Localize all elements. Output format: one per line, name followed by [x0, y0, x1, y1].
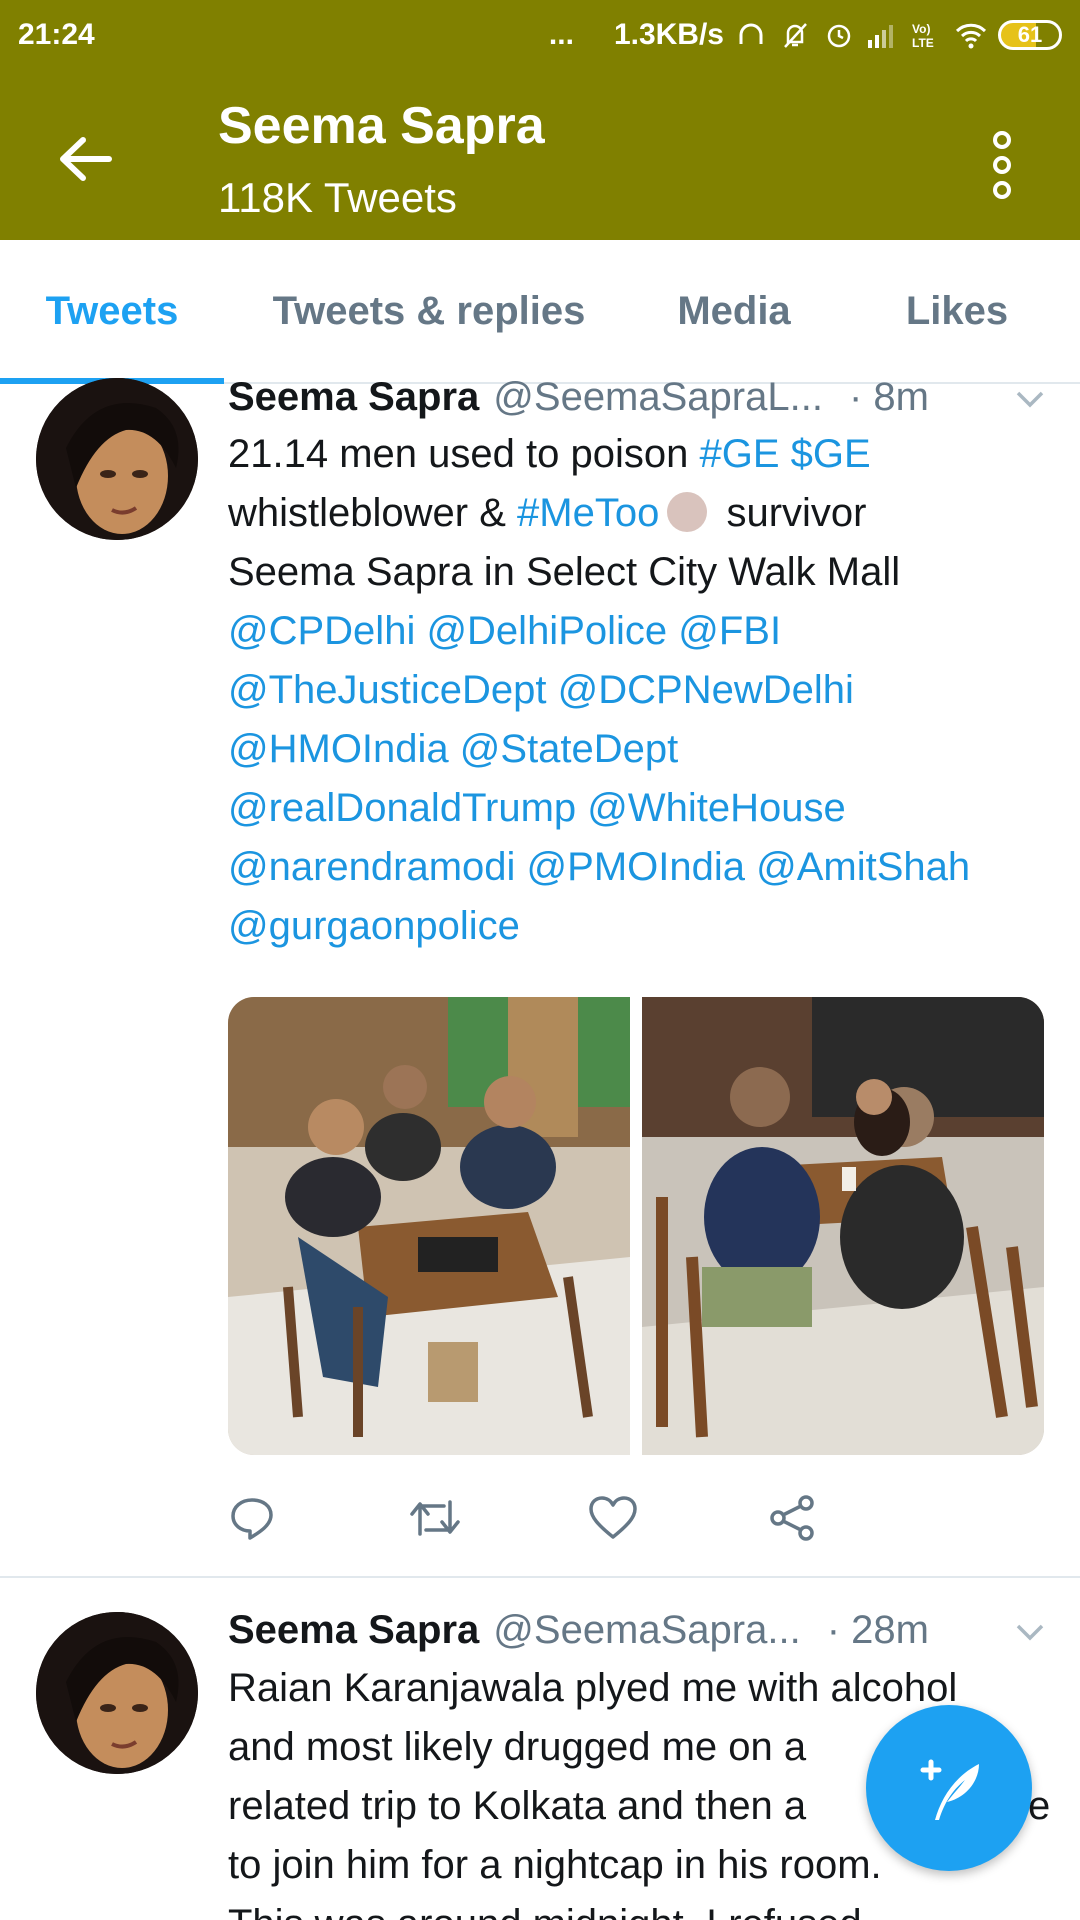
tweet-time: · 28m: [826, 1607, 929, 1652]
tweet-header: Seema Sapra @SeemaSapra... · 28m: [228, 1600, 1050, 1660]
back-button[interactable]: [50, 124, 120, 194]
compose-tweet-button[interactable]: [866, 1705, 1032, 1871]
mentions-line[interactable]: @narendramodi @PMOIndia @AmitShah: [228, 838, 1058, 897]
mentions-line[interactable]: @CPDelhi @DelhiPolice @FBI: [228, 602, 1058, 661]
tweet-divider: [0, 1576, 1080, 1578]
alarm-icon: [822, 18, 856, 52]
profile-header: Seema Sapra 118K Tweets: [0, 70, 1080, 240]
status-icons: ... 1.3KB/s Vo) LTE 61: [549, 18, 1062, 52]
chevron-down-icon[interactable]: [1010, 1612, 1050, 1652]
more-dots: ...: [548, 18, 574, 51]
avatar[interactable]: [36, 1612, 198, 1774]
like-icon: [589, 1496, 637, 1539]
tweet-text-line: This was around midnight. I refused: [228, 1895, 1058, 1920]
arrow-left-icon: [60, 137, 112, 181]
tweet-actions: [228, 1488, 948, 1548]
network-speed: 1.3KB/s: [613, 18, 724, 51]
profile-tabs: Tweets Tweets & replies Media Likes: [0, 240, 1080, 384]
tab-tweets-replies[interactable]: Tweets & replies: [224, 240, 634, 382]
battery-icon: 61: [998, 20, 1062, 50]
svg-text:Vo): Vo): [912, 22, 930, 36]
status-bar: 21:24 ... 1.3KB/s Vo) LTE 61: [0, 0, 1080, 70]
chevron-down-icon[interactable]: [1010, 379, 1050, 419]
svg-text:LTE: LTE: [912, 36, 934, 50]
mentions-line[interactable]: @gurgaonpolice: [228, 897, 1058, 956]
avatar[interactable]: [36, 378, 198, 540]
status-time: 21:24: [18, 18, 95, 51]
tweet-photo[interactable]: [228, 997, 630, 1455]
mentions-line[interactable]: @HMOIndia @StateDept: [228, 720, 1058, 779]
author-handle[interactable]: @SeemaSapra...: [493, 1608, 800, 1653]
volte-icon: Vo) LTE: [910, 18, 944, 52]
author-name[interactable]: Seema Sapra: [228, 375, 479, 420]
tab-tweets[interactable]: Tweets: [0, 240, 224, 384]
tweet-text-segment: survivor: [715, 491, 867, 535]
share-button[interactable]: [768, 1488, 948, 1548]
tweet-text-segment: related trip to Kolkata and then a: [228, 1784, 807, 1828]
tweet-header: Seema Sapra @SeemaSapraL... · 8m: [228, 367, 1050, 427]
bell-off-icon: [778, 18, 812, 52]
hashtag-link[interactable]: #MeToo: [517, 491, 659, 535]
tweet-text: 21.14 men used to poison #GE $GE whistle…: [228, 425, 1058, 956]
signal-icon: [866, 18, 900, 52]
share-icon: [770, 1495, 814, 1541]
page-title: Seema Sapra: [218, 97, 545, 155]
tweet-text-line: Seema Sapra in Select City Walk Mall: [228, 550, 901, 594]
retweet-button[interactable]: [408, 1488, 588, 1548]
compose-feather-icon: [920, 1759, 979, 1820]
reply-icon: [231, 1498, 273, 1540]
reply-button[interactable]: [228, 1488, 408, 1548]
author-handle[interactable]: @SeemaSapraL...: [493, 375, 823, 420]
mentions-line[interactable]: @TheJusticeDept @DCPNewDelhi: [228, 661, 1058, 720]
tweet-photo[interactable]: [642, 997, 1044, 1455]
hashtag-link[interactable]: #GE $GE: [699, 432, 870, 476]
tweet-time: · 8m: [848, 374, 929, 419]
tweet-media: [228, 997, 1044, 1455]
like-button[interactable]: [588, 1488, 768, 1548]
more-vertical-icon: [993, 131, 1011, 199]
tab-media[interactable]: Media: [634, 240, 834, 382]
mentions-line[interactable]: @realDonaldTrump @WhiteHouse: [228, 779, 1058, 838]
author-name[interactable]: Seema Sapra: [228, 1608, 479, 1653]
raised-hand-emoji-icon: [667, 492, 708, 532]
tab-likes[interactable]: Likes: [834, 240, 1080, 382]
tweet-text-segment: 21.14 men used to poison: [228, 432, 700, 476]
tweet-count: 118K Tweets: [218, 174, 457, 221]
headphones-icon: [734, 18, 768, 52]
retweet-icon: [410, 1500, 460, 1536]
more-options-button[interactable]: [980, 120, 1024, 210]
wifi-icon: [954, 18, 988, 52]
tweet-text-segment: whistleblower &: [228, 491, 518, 535]
